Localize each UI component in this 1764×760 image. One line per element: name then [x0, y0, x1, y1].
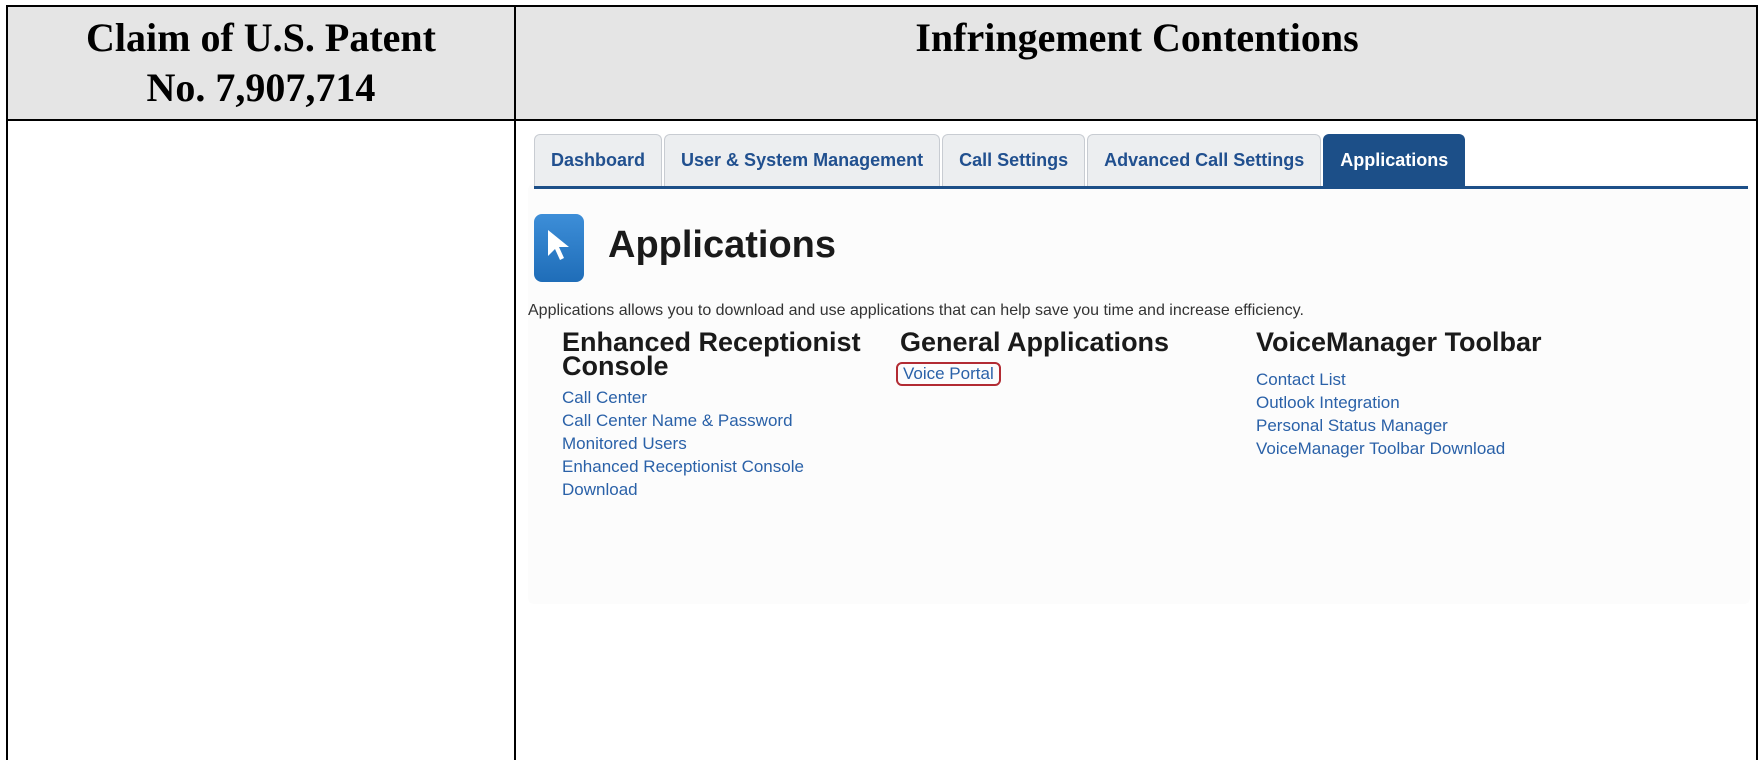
tab-call-settings[interactable]: Call Settings: [942, 134, 1086, 186]
section-title: VoiceManager Toolbar: [1256, 327, 1542, 357]
tab-user-system-management[interactable]: User & System Management: [664, 134, 941, 186]
link-list: Call Center Call Center Name & Password …: [562, 386, 892, 501]
header-claim-line2: No. 7,907,714: [146, 65, 376, 110]
link-monitored-users[interactable]: Monitored Users: [562, 432, 892, 455]
section-title-line2: Console: [562, 351, 669, 381]
section-enhanced-receptionist-console: Enhanced Receptionist Console Call Cente…: [562, 329, 892, 501]
link-list: Contact List Outlook Integration Persona…: [1256, 368, 1586, 460]
header-claim-cell: Claim of U.S. Patent No. 7,907,714: [8, 7, 514, 119]
tab-applications[interactable]: Applications: [1323, 134, 1466, 186]
section-general-applications: General Applications Voice Portal: [896, 327, 1220, 386]
link-call-center-name-password[interactable]: Call Center Name & Password: [562, 409, 892, 432]
section-title: General Applications: [900, 327, 1170, 357]
link-voice-portal[interactable]: Voice Portal: [896, 362, 1001, 386]
section-title: Enhanced Receptionist Console: [562, 329, 892, 381]
link-erc-download[interactable]: Enhanced Receptionist Console: [562, 455, 892, 478]
header-contentions-cell: Infringement Contentions: [915, 15, 1359, 60]
tab-advanced-call-settings[interactable]: Advanced Call Settings: [1087, 134, 1322, 186]
section-voicemanager-toolbar: VoiceManager Toolbar Contact List Outloo…: [1256, 327, 1586, 460]
tab-underline: [534, 186, 1748, 189]
link-erc-download-cont[interactable]: Download: [562, 478, 892, 501]
link-list: Voice Portal: [896, 362, 1220, 386]
nav-tabs: Dashboard User & System Management Call …: [534, 134, 1467, 186]
page-title: Applications: [608, 224, 837, 266]
header-claim-line1: Claim of U.S. Patent: [86, 15, 436, 60]
link-personal-status-manager[interactable]: Personal Status Manager: [1256, 414, 1586, 437]
link-contact-list[interactable]: Contact List: [1256, 368, 1586, 391]
tab-dashboard[interactable]: Dashboard: [534, 134, 663, 186]
page-description: Applications allows you to download and …: [528, 302, 1304, 319]
embedded-screenshot: Dashboard User & System Management Call …: [528, 130, 1750, 604]
link-call-center[interactable]: Call Center: [562, 386, 892, 409]
cursor-arrow-icon: [534, 214, 584, 282]
link-outlook-integration[interactable]: Outlook Integration: [1256, 391, 1586, 414]
link-voicemanager-toolbar-download[interactable]: VoiceManager Toolbar Download: [1256, 437, 1586, 460]
column-divider: [514, 7, 516, 760]
